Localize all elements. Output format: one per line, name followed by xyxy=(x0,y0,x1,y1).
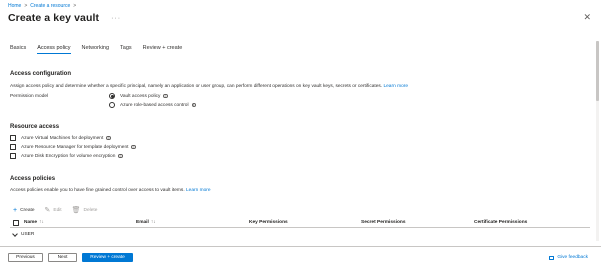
policy-toolbar: + Create ✎ Edit 🗑︎ Delete xyxy=(13,207,107,214)
checkbox-label: Azure Disk Encryption for volume encrypt… xyxy=(21,153,116,159)
delete-label: Delete xyxy=(83,208,98,213)
create-label: Create xyxy=(20,208,35,213)
tab-access-policy[interactable]: Access policy xyxy=(37,45,71,54)
tab-tags[interactable]: Tags xyxy=(120,45,132,54)
breadcrumb-create-resource[interactable]: Create a resource xyxy=(30,3,70,9)
delete-icon: 🗑︎ xyxy=(71,207,81,214)
access-policies-description: Access policies enable you to have fine … xyxy=(10,188,211,193)
checkbox-vm-deployment[interactable]: Azure Virtual Machines for deployment i xyxy=(10,135,111,141)
access-configuration-text: Assign access policy and determine wheth… xyxy=(10,84,383,89)
radio-label: Vault access policy xyxy=(120,93,161,99)
access-configuration-description: Assign access policy and determine wheth… xyxy=(10,84,408,89)
breadcrumb-separator: > xyxy=(24,3,28,9)
access-configuration-section: Access configuration xyxy=(10,71,71,77)
page-title: Create a key vault xyxy=(8,12,100,24)
info-icon[interactable]: i xyxy=(131,144,136,150)
column-header-email[interactable]: Email ↑↓ xyxy=(136,220,156,225)
column-header-name[interactable]: Name ↑↓ xyxy=(24,220,44,225)
sort-icon[interactable]: ↑↓ xyxy=(151,220,156,225)
group-label: USER xyxy=(21,232,35,237)
access-configuration-title: Access configuration xyxy=(10,71,72,77)
scrollbar-thumb[interactable] xyxy=(596,41,599,101)
edit-label: Edit xyxy=(53,208,62,213)
access-policies-title: Access policies xyxy=(10,176,56,182)
tab-bar: Basics Access policy Networking Tags Rev… xyxy=(10,45,193,54)
select-all-checkbox[interactable] xyxy=(13,219,19,226)
access-configuration-learn-more-link[interactable]: Learn more xyxy=(383,84,408,89)
column-header-certificate-permissions: Certificate Permissions xyxy=(474,220,528,225)
access-policies-text: Access policies enable you to have fine … xyxy=(10,188,185,193)
group-row-user[interactable]: USER xyxy=(12,230,35,237)
plus-icon: + xyxy=(13,207,18,214)
give-feedback-label: Give feedback xyxy=(557,255,588,260)
info-icon[interactable]: i xyxy=(163,93,168,99)
delete-button[interactable]: 🗑︎ Delete xyxy=(72,207,98,214)
policy-table-header: Name ↑↓ Email ↑↓ Key Permissions Secret Pe… xyxy=(10,218,590,228)
column-header-key-permissions: Key Permissions xyxy=(249,220,288,225)
review-create-button[interactable]: Review + create xyxy=(82,253,133,262)
checkbox-label: Azure Resource Manager for template depl… xyxy=(21,144,129,150)
feedback-icon xyxy=(549,255,555,260)
give-feedback-link[interactable]: Give feedback xyxy=(549,255,588,260)
column-header-secret-permissions: Secret Permissions xyxy=(361,220,406,225)
radio-button-selected[interactable] xyxy=(109,93,115,99)
edit-button[interactable]: ✎ Edit xyxy=(45,207,62,214)
page-header: Create a key vault ··· xyxy=(8,12,121,24)
radio-button[interactable] xyxy=(109,102,115,108)
permission-model-label: Permission model xyxy=(10,94,49,99)
previous-button[interactable]: Previous xyxy=(8,253,43,262)
resource-access-section: Resource access xyxy=(10,124,59,130)
sort-icon[interactable]: ↑↓ xyxy=(39,220,44,225)
scrollbar[interactable] xyxy=(596,41,599,241)
checkbox-disk-encryption[interactable]: Azure Disk Encryption for volume encrypt… xyxy=(10,153,123,159)
breadcrumb: Home > Create a resource > xyxy=(8,3,79,9)
info-icon[interactable]: i xyxy=(106,135,111,141)
checkbox-label: Azure Virtual Machines for deployment xyxy=(21,135,104,141)
edit-icon: ✎ xyxy=(44,207,51,214)
tab-review-create[interactable]: Review + create xyxy=(143,45,183,54)
radio-vault-access-policy[interactable]: Vault access policy i xyxy=(109,93,168,99)
tab-networking[interactable]: Networking xyxy=(82,45,110,54)
column-email-label: Email xyxy=(136,220,149,225)
checkbox[interactable] xyxy=(10,153,16,159)
footer-bar: Previous Next Review + create Give feedb… xyxy=(0,246,601,269)
access-policies-learn-more-link[interactable]: Learn more xyxy=(186,188,211,193)
breadcrumb-separator: > xyxy=(73,3,77,9)
breadcrumb-home[interactable]: Home xyxy=(8,3,21,9)
radio-label: Azure role-based access control xyxy=(120,102,189,108)
checkbox[interactable] xyxy=(10,144,16,150)
info-icon[interactable]: i xyxy=(191,102,197,108)
access-policies-section: Access policies xyxy=(10,176,55,182)
close-icon[interactable]: ✕ xyxy=(583,13,591,22)
chevron-down-icon[interactable] xyxy=(12,230,18,237)
column-name-label: Name xyxy=(24,220,38,225)
resource-access-title: Resource access xyxy=(10,124,60,130)
tab-basics[interactable]: Basics xyxy=(10,45,26,54)
more-options-icon[interactable]: ··· xyxy=(111,15,121,22)
create-button[interactable]: + Create xyxy=(13,207,35,214)
checkbox[interactable] xyxy=(10,135,16,141)
next-button[interactable]: Next xyxy=(48,253,77,262)
radio-rbac[interactable]: Azure role-based access control i xyxy=(109,102,197,108)
checkbox-arm-template[interactable]: Azure Resource Manager for template depl… xyxy=(10,144,136,150)
info-icon[interactable]: i xyxy=(118,153,123,159)
